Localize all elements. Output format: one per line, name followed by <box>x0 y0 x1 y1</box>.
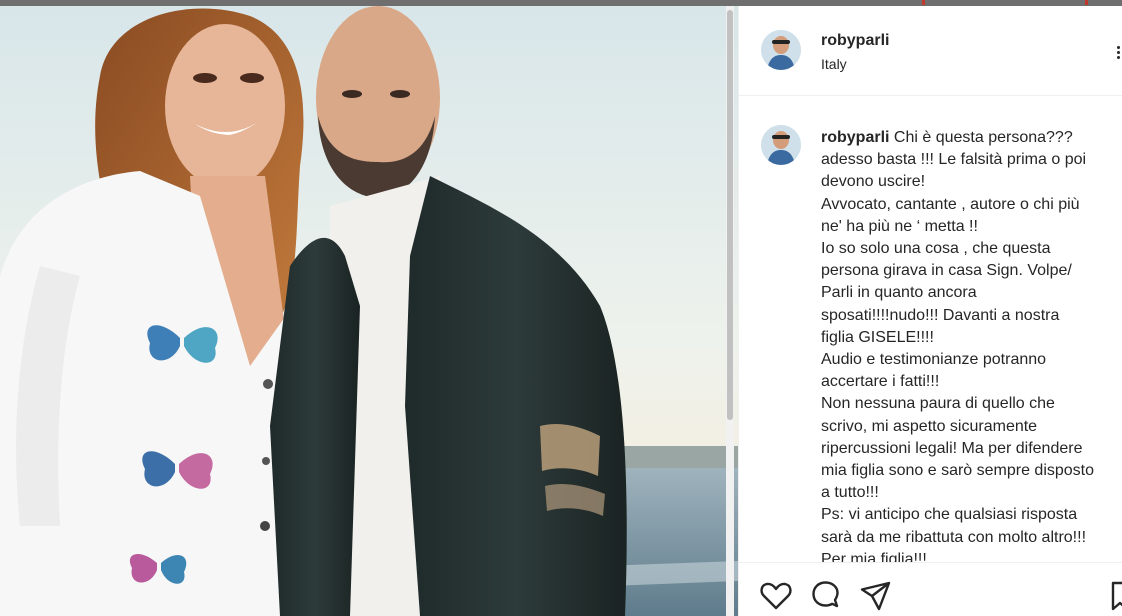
caption-avatar[interactable] <box>761 125 801 165</box>
top-bar-marker <box>1085 0 1088 5</box>
post-photo-image <box>0 6 738 616</box>
caption-line: adesso basta !!! Le falsità prima o poi <box>821 151 1087 169</box>
caption-line: ripercussioni legali! Ma per difendere <box>821 439 1083 457</box>
post-actions-bar <box>739 562 1122 616</box>
post-photo[interactable] <box>0 6 738 616</box>
caption-line: Non nessuna paura di quello che <box>821 395 1055 413</box>
caption-line: figlia GISELE!!!! <box>821 328 934 346</box>
post-header: robyparli Italy <box>739 6 1122 96</box>
comment-icon[interactable] <box>809 579 843 613</box>
caption-line: Per mia figlia!!! <box>821 550 927 562</box>
scrollbar-thumb[interactable] <box>727 10 733 420</box>
top-bar-marker <box>922 0 925 5</box>
caption-line: scrivo, mi aspetto sicuramente <box>821 417 1038 435</box>
caption-line: Parli in quanto ancora <box>821 284 977 302</box>
post-author-username[interactable]: robyparli <box>821 32 889 50</box>
caption-line: Audio e testimonianze potranno <box>821 351 1047 369</box>
photo-scrollbar[interactable] <box>726 6 734 616</box>
send-icon[interactable] <box>859 579 893 613</box>
caption-line: Ps: vi anticipo che qualsiasi risposta <box>821 506 1078 524</box>
more-options-icon[interactable] <box>1115 46 1122 60</box>
bookmark-icon[interactable] <box>1109 579 1122 613</box>
post-side-panel: robyparli Italy robyparli Chi è questa p… <box>738 6 1122 616</box>
post-location[interactable]: Italy <box>821 56 847 72</box>
caption-username[interactable]: robyparli <box>821 129 889 146</box>
avatar-image <box>761 30 801 70</box>
caption-line: sposati!!!!nudo!!! Davanti a nostra <box>821 306 1060 324</box>
caption-line: mia figlia sono e sarò sempre disposto <box>821 462 1095 480</box>
caption-line: Io so solo una cosa , che questa <box>821 240 1051 258</box>
caption-line: devono uscire! <box>821 173 926 191</box>
heart-icon[interactable] <box>759 579 793 613</box>
post-caption: robyparli Chi è questa persona??? adesso… <box>739 97 1122 562</box>
caption-line: sarà da me ribattuta con molto altro!!! <box>821 528 1087 546</box>
caption-text: robyparli Chi è questa persona??? adesso… <box>821 127 1121 562</box>
caption-avatar-image <box>761 125 801 165</box>
avatar[interactable] <box>761 30 801 70</box>
caption-line: accertare i fatti!!! <box>821 373 940 391</box>
caption-line: persona girava in casa Sign. Volpe/ <box>821 262 1072 280</box>
caption-line: a tutto!!! <box>821 484 879 502</box>
caption-line: ne' ha più ne ‘ metta !! <box>821 217 978 235</box>
caption-line: Chi è questa persona??? <box>893 129 1073 146</box>
caption-line: Avvocato, cantante , autore o chi più <box>821 195 1080 213</box>
